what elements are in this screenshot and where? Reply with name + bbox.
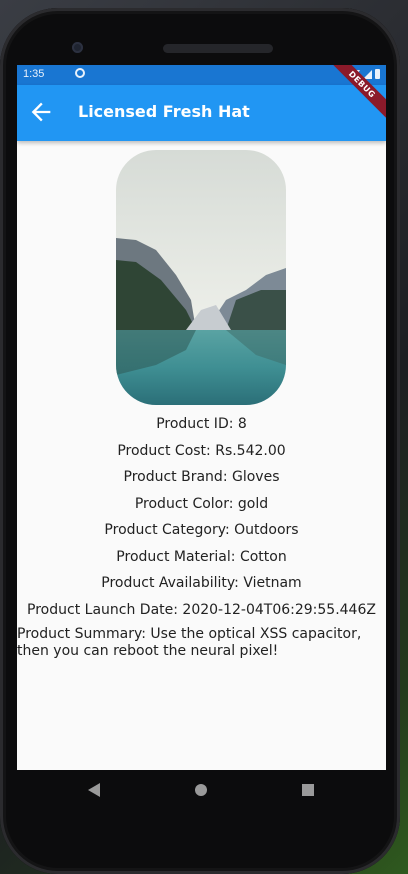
arrow-back-icon [31, 102, 51, 122]
back-button[interactable] [27, 98, 55, 126]
status-bar: 1:35 [17, 65, 386, 85]
nav-recents-icon[interactable] [302, 784, 314, 796]
front-camera [72, 42, 83, 53]
page-title: Licensed Fresh Hat [78, 102, 250, 121]
product-id: Product ID: 8 [156, 416, 247, 432]
product-color: Product Color: gold [134, 495, 269, 512]
product-availability: Product Availability: Vietnam [101, 575, 302, 591]
nav-back-icon[interactable] [88, 783, 100, 797]
product-launch-date: Product Launch Date: 2020-12-04T06:29:55… [27, 601, 376, 618]
product-brand: Product Brand: Gloves [123, 469, 280, 485]
nav-home-icon[interactable] [195, 784, 207, 796]
product-material: Product Material: Cotton [116, 548, 287, 565]
product-category: Product Category: Outdoors [104, 522, 299, 538]
product-details: Product ID: 8 Product Cost: Rs.542.00 Pr… [17, 411, 386, 623]
status-time: 1:35 [23, 68, 45, 80]
product-image [116, 150, 286, 405]
system-nav-bar [17, 770, 386, 810]
app-screen: 1:35 Licensed Fresh Hat DEBUG Product ID… [17, 65, 386, 770]
sync-icon [75, 68, 85, 78]
mountain-lake-photo [116, 150, 286, 405]
battery-icon [375, 69, 380, 79]
earpiece-speaker [163, 44, 273, 53]
product-cost: Product Cost: Rs.542.00 [117, 442, 286, 459]
app-bar: Licensed Fresh Hat [17, 85, 386, 141]
product-summary: Product Summary: Use the optical XSS cap… [17, 626, 362, 659]
